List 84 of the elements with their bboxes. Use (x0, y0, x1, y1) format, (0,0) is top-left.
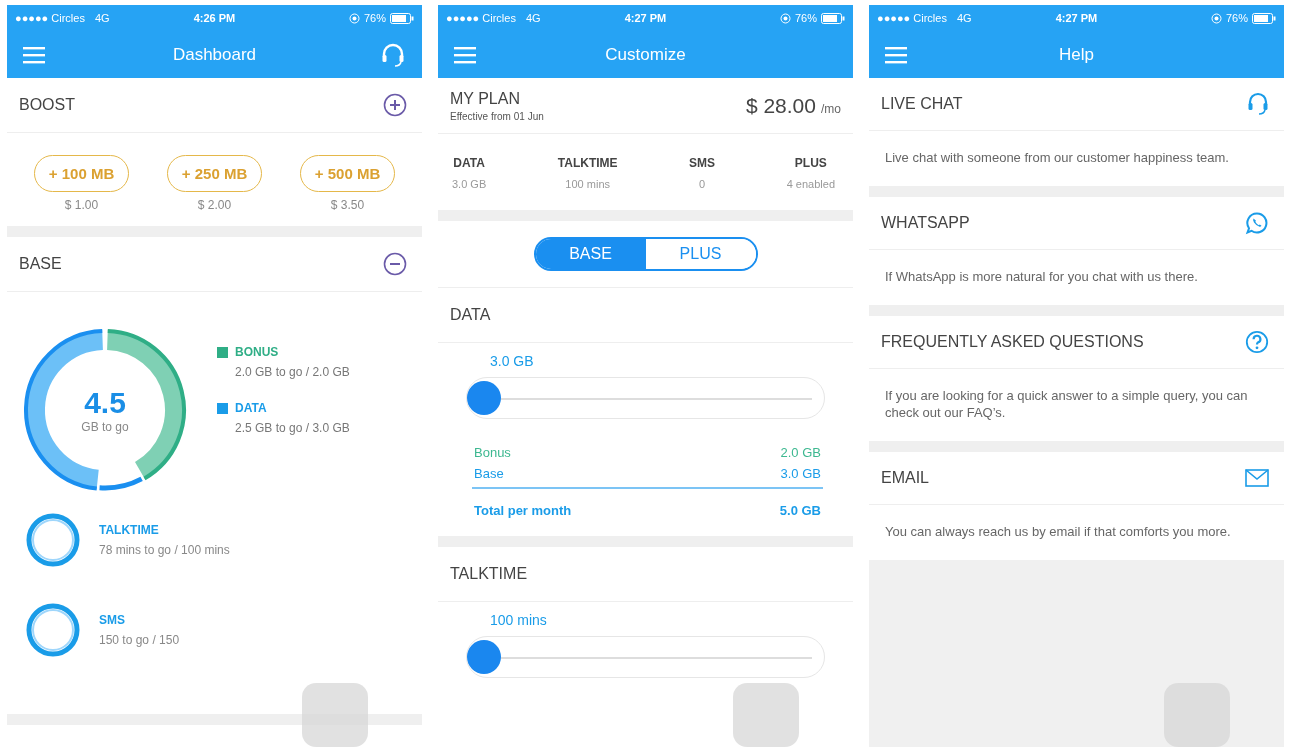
ring-drawing (25, 602, 81, 658)
slider-value: 3.0 GB (490, 353, 535, 369)
carrier-text: ●●●●● Circles (446, 12, 516, 24)
location-icon (779, 12, 791, 24)
mail-icon[interactable] (1245, 469, 1269, 487)
boost-button[interactable]: + 250 MB (166, 155, 263, 192)
battery-text: 76% (794, 12, 817, 24)
price-text: $ 2.00 (197, 198, 232, 212)
section-title: BASE (19, 255, 62, 273)
breakdown-label: Bonus (474, 445, 511, 460)
plan-title: MY PLAN (450, 89, 521, 108)
usage-detail: 150 to go / 150 (99, 633, 180, 647)
network-text: 4G (956, 12, 972, 24)
total-value: 4.5 (84, 386, 126, 420)
plan-subtitle: Effective from 01 Jun (450, 110, 544, 122)
battery-text: 76% (363, 12, 386, 24)
clock-text: 4:26 PM (193, 12, 236, 24)
summary-value: 4 enabled (786, 178, 835, 190)
summary-label: PLUS (794, 156, 827, 170)
clock-text: 4:27 PM (624, 12, 667, 24)
summary-label: SMS (689, 156, 716, 170)
expand-icon[interactable] (383, 93, 407, 117)
chat-phone-icon[interactable] (1245, 211, 1269, 235)
battery-icon (821, 12, 845, 24)
boost-button[interactable]: + 500 MB (299, 155, 396, 192)
price-text: $ 3.50 (330, 198, 365, 212)
legend-detail: 2.5 GB to go / 3.0 GB (234, 421, 350, 435)
battery-icon (1252, 12, 1276, 24)
legend-detail: 2.0 GB to go / 2.0 GB (234, 365, 350, 379)
carrier-text: ●●●●● Circles (15, 12, 85, 24)
network-text: 4G (525, 12, 541, 24)
help-topic-title: WHATSAPP (881, 214, 970, 232)
usage-label: TALKTIME (99, 523, 160, 537)
help-topic-title: LIVE CHAT (881, 95, 963, 113)
slider-thumb[interactable] (467, 381, 501, 415)
screen-title: Dashboard (172, 44, 257, 65)
help-description: If you are looking for a quick answer to a simple query, you can check out our FAQ’s. (885, 387, 1249, 421)
location-icon (1210, 12, 1222, 24)
screen-title: Help (1059, 44, 1094, 65)
help-topic-title: FREQUENTLY ASKED QUESTIONS (881, 333, 1144, 351)
price-text: $ 1.00 (64, 198, 99, 212)
legend-label: DATA (235, 401, 267, 415)
summary-value: 0 (699, 178, 706, 190)
help-topic-title: EMAIL (881, 469, 929, 487)
carrier-text: ●●●●● Circles (877, 12, 947, 24)
summary-label: DATA (453, 156, 485, 170)
segment-tab[interactable]: BASE (535, 239, 646, 269)
battery-icon (390, 12, 414, 24)
menu-icon[interactable] (23, 45, 45, 64)
network-text: 4G (94, 12, 110, 24)
help-description: You can always reach us by email if that comforts you more. (885, 523, 1232, 540)
help-description: If WhatsApp is more natural for you chat with us there. (885, 268, 1199, 285)
screen-title: Customize (605, 44, 686, 65)
breakdown-value: 2.0 GB (780, 445, 821, 460)
usage-detail: 78 mins to go / 100 mins (99, 543, 230, 557)
menu-icon[interactable] (454, 45, 476, 64)
total-label: Total per month (474, 503, 572, 518)
collapse-icon[interactable] (383, 252, 407, 276)
unit-label: GB to go (81, 420, 129, 434)
section-title: BOOST (19, 96, 75, 114)
battery-text: 76% (1225, 12, 1248, 24)
summary-label: TALKTIME (557, 156, 618, 170)
slider-thumb[interactable] (467, 640, 501, 674)
usage-label: SMS (99, 613, 126, 627)
summary-value: 100 mins (565, 178, 610, 190)
help-description: Live chat with someone from our customer happiness team. (885, 149, 1230, 166)
help-icon[interactable] (1245, 330, 1269, 354)
ring-drawing (25, 512, 81, 568)
legend-label: BONUS (235, 345, 279, 359)
total-value: 5.0 GB (779, 503, 821, 518)
location-icon (348, 12, 360, 24)
summary-value: 3.0 GB (452, 178, 487, 190)
headset-icon[interactable] (380, 41, 406, 68)
section-title: TALKTIME (450, 565, 528, 583)
breakdown-label: Base (474, 466, 504, 481)
price-period: /mo (821, 101, 841, 116)
menu-icon[interactable] (885, 45, 907, 64)
clock-text: 4:27 PM (1055, 12, 1098, 24)
slider-value: 100 mins (490, 612, 548, 628)
section-title: DATA (450, 306, 491, 324)
plan-price: $ 28.00 (745, 93, 816, 118)
boost-button[interactable]: + 100 MB (33, 155, 130, 192)
breakdown-value: 3.0 GB (780, 466, 821, 481)
headset-icon[interactable] (1247, 92, 1269, 116)
